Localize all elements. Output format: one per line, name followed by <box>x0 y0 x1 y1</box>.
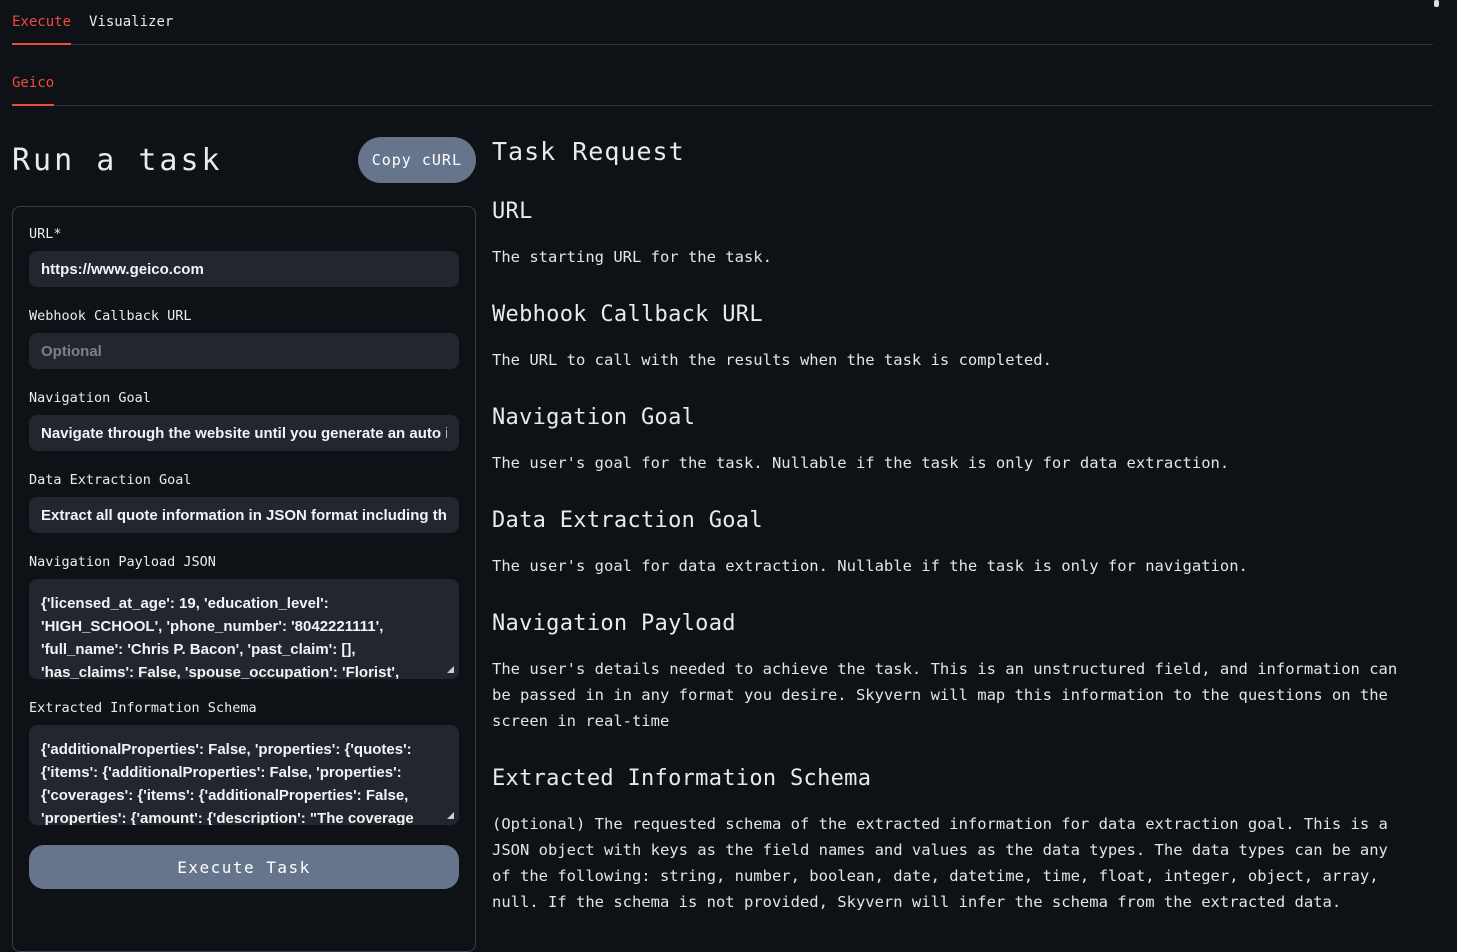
doc-section-data-extraction-goal: Data Extraction Goal The user's goal for… <box>492 506 1433 579</box>
doc-body: The user's goal for data extraction. Nul… <box>492 553 1412 579</box>
execute-task-button[interactable]: Execute Task <box>29 845 459 889</box>
navigation-payload-wrap: {'licensed_at_age': 19, 'education_level… <box>29 579 459 679</box>
url-label: URL* <box>29 227 459 242</box>
run-task-header: Run a task Copy cURL <box>12 124 476 196</box>
task-form-card: URL* Webhook Callback URL Navigation Goa… <box>12 206 476 952</box>
webhook-url-label: Webhook Callback URL <box>29 309 459 324</box>
docs-title: Task Request <box>492 137 1433 167</box>
copy-curl-button[interactable]: Copy cURL <box>358 137 476 183</box>
doc-body: The starting URL for the task. <box>492 244 1412 270</box>
resize-handle-icon[interactable] <box>447 812 454 819</box>
doc-section-webhook: Webhook Callback URL The URL to call wit… <box>492 300 1433 373</box>
doc-section-url: URL The starting URL for the task. <box>492 197 1433 270</box>
page-title: Run a task <box>12 143 223 178</box>
doc-body: The user's goal for the task. Nullable i… <box>492 450 1412 476</box>
doc-section-navigation-goal: Navigation Goal The user's goal for the … <box>492 403 1433 476</box>
main-content: Run a task Copy cURL URL* Webhook Callba… <box>0 106 1457 952</box>
doc-heading: Webhook Callback URL <box>492 300 1433 330</box>
run-task-panel: Run a task Copy cURL URL* Webhook Callba… <box>12 106 476 952</box>
tab-geico[interactable]: Geico <box>12 75 54 106</box>
doc-heading: URL <box>492 197 1433 227</box>
doc-body: The user's details needed to achieve the… <box>492 656 1412 734</box>
secondary-tab-bar: Geico <box>12 45 1433 106</box>
doc-body: (Optional) The requested schema of the e… <box>492 811 1412 915</box>
webhook-url-input[interactable] <box>29 333 459 369</box>
primary-tab-bar: Execute Visualizer <box>12 0 1433 45</box>
task-request-docs: Task Request URL The starting URL for th… <box>492 106 1433 915</box>
navigation-goal-label: Navigation Goal <box>29 391 459 406</box>
scrollbar-thumb[interactable] <box>1434 0 1439 7</box>
data-extraction-goal-input[interactable] <box>29 497 459 533</box>
doc-heading: Data Extraction Goal <box>492 506 1433 536</box>
navigation-payload-textarea[interactable]: {'licensed_at_age': 19, 'education_level… <box>29 579 459 679</box>
doc-body: The URL to call with the results when th… <box>492 347 1412 373</box>
navigation-goal-input[interactable] <box>29 415 459 451</box>
doc-section-navigation-payload: Navigation Payload The user's details ne… <box>492 609 1433 734</box>
doc-heading: Navigation Payload <box>492 609 1433 639</box>
data-extraction-goal-label: Data Extraction Goal <box>29 473 459 488</box>
doc-heading: Extracted Information Schema <box>492 764 1433 794</box>
url-input[interactable] <box>29 251 459 287</box>
tab-visualizer[interactable]: Visualizer <box>89 14 173 44</box>
tab-execute[interactable]: Execute <box>12 14 71 45</box>
doc-heading: Navigation Goal <box>492 403 1433 433</box>
extracted-schema-label: Extracted Information Schema <box>29 701 459 716</box>
extracted-schema-wrap: {'additionalProperties': False, 'propert… <box>29 725 459 825</box>
resize-handle-icon[interactable] <box>447 666 454 673</box>
extracted-schema-textarea[interactable]: {'additionalProperties': False, 'propert… <box>29 725 459 825</box>
navigation-payload-label: Navigation Payload JSON <box>29 555 459 570</box>
doc-section-extracted-schema: Extracted Information Schema (Optional) … <box>492 764 1433 915</box>
